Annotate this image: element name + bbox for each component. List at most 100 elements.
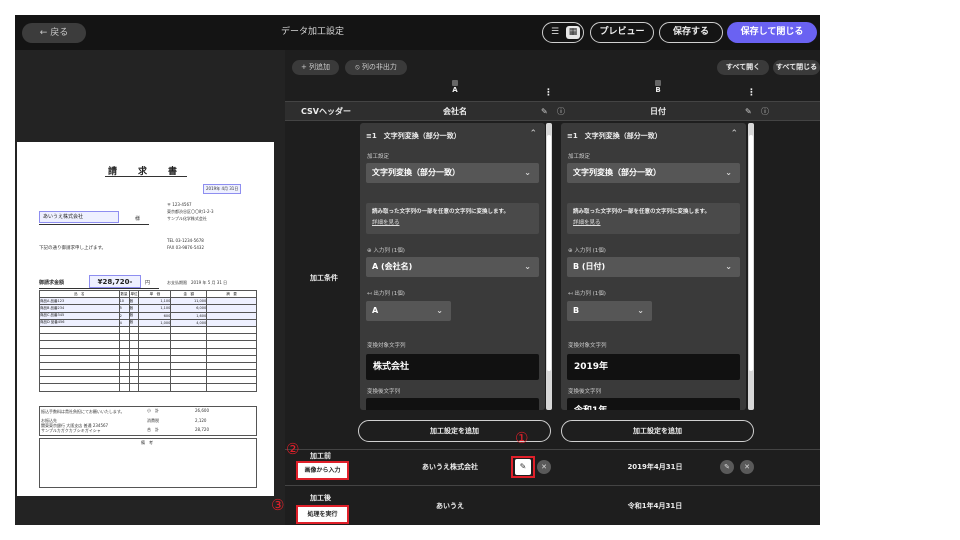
edit-icon[interactable]: ✎ (541, 102, 548, 121)
column-a-scrollbar[interactable] (546, 123, 552, 410)
hide-columns-button[interactable]: ⦸ 列の非出力 (345, 60, 407, 75)
pencil-icon[interactable]: ✎ (515, 459, 531, 475)
amount-suffix: 円 (145, 280, 151, 286)
output-column-select[interactable]: A ⌄ (366, 301, 451, 321)
invoice-note: 下記の通り御請求申し上げます。 (39, 246, 107, 251)
transfer-note: 振込手数料は貴社負担にてお願いいたします。 (41, 409, 125, 414)
card-title[interactable]: ≡1 文字列変換（部分一致） (567, 131, 662, 141)
column-letter: A (452, 86, 458, 94)
table-row: 商品D 品番456 4 個 1,000 4,000 (39, 318, 257, 327)
column-letter: B (655, 86, 661, 94)
pencil-icon[interactable]: ✎ (720, 460, 734, 474)
replace-string-input[interactable] (366, 398, 539, 410)
column-a-name[interactable]: 会社名 (360, 102, 550, 121)
cell: 1,100 (138, 297, 172, 306)
invoice-table: 品 名 数量 単位 単 価 金 額 摘 要 商品A 品番123 10 個 1,100 1… (39, 289, 257, 392)
input-column-value: A (会社名) (372, 262, 413, 271)
th-qty: 数量 (118, 289, 130, 299)
details-link[interactable]: 詳細を見る (372, 218, 533, 229)
expand-all-button[interactable]: すべて開く (717, 60, 769, 75)
total-value: 28,720 (195, 427, 209, 432)
table-row (39, 340, 257, 349)
invoice-amount: ¥28,720- (89, 275, 141, 288)
app-window: ← 戻る データ加工設定 ☰ ▦ プレビュー 保存する 保存して閉じる 請 求 … (15, 15, 820, 525)
column-a-before-value: あいうえ株式会社 (422, 463, 478, 471)
list-view-icon[interactable]: ☰ (548, 26, 562, 39)
edit-icon[interactable]: ✎ (745, 102, 752, 121)
remarks-label: 備 考 (141, 440, 153, 445)
column-b-name[interactable]: 日付 (563, 102, 753, 121)
tax-value: 2,120 (195, 418, 207, 423)
add-setting-button-b[interactable]: 加工設定を追加 (561, 420, 754, 442)
output-column-label: ↤ 出力列 (1個) (568, 291, 606, 297)
details-link[interactable]: 詳細を見る (573, 218, 734, 229)
card-title[interactable]: ≡1 文字列変換（部分一致） (366, 131, 461, 141)
method-select[interactable]: 文字列変換（部分一致） ⌄ (567, 163, 740, 183)
cell: 1,000 (138, 318, 172, 327)
table-row (39, 347, 257, 356)
tax-label: 消費税 (147, 418, 159, 423)
view-toggle[interactable]: ☰ ▦ (542, 22, 584, 43)
close-icon[interactable]: ✕ (740, 460, 754, 474)
table-row (39, 369, 257, 378)
top-bar: ← 戻る データ加工設定 ☰ ▦ プレビュー 保存する 保存して閉じる (15, 15, 820, 50)
save-and-close-button[interactable]: 保存して閉じる (727, 22, 817, 43)
sender-tel: TEL 03-1234-5678 (167, 238, 204, 243)
output-column-value: B (573, 306, 580, 315)
input-from-image-button[interactable]: 画像から入力 (296, 461, 349, 480)
cell: 個 (128, 297, 140, 306)
scrollbar-thumb[interactable] (547, 135, 551, 371)
cell (206, 304, 257, 313)
method-value: 文字列変換（部分一致） (372, 168, 460, 177)
save-button[interactable]: 保存する (659, 22, 723, 43)
table-header-row: 品 名 数量 単位 単 価 金 額 摘 要 (39, 289, 257, 299)
cell: 4,000 (170, 318, 208, 327)
column-a-header[interactable]: A (360, 80, 550, 100)
add-column-button[interactable]: + 列追加 (292, 60, 339, 75)
subtotal-value: 26,600 (195, 408, 209, 413)
target-string-input[interactable]: 2019年 (567, 354, 740, 380)
method-value: 文字列変換（部分一致） (573, 168, 661, 177)
column-toolbar: + 列追加 ⦸ 列の非出力 すべて開く すべて閉じる (285, 50, 820, 80)
table-row (39, 383, 257, 392)
info-icon[interactable]: ⓘ (761, 102, 769, 121)
column-a-condition-card: ≡1 文字列変換（部分一致） ⌃ 加工設定 文字列変換（部分一致） ⌄ 読み取っ… (360, 123, 545, 410)
preview-button[interactable]: プレビュー (590, 22, 654, 43)
description-text: 読み取った文字列の一部を任意の文字列に変換します。 (372, 209, 509, 215)
th-remarks: 摘 要 (206, 289, 257, 299)
cell: 10 (118, 297, 130, 306)
collapse-all-button[interactable]: すべて閉じる (773, 60, 820, 75)
close-icon[interactable]: ✕ (537, 460, 551, 474)
target-string-label: 変換対象文字列 (568, 343, 607, 349)
target-string-input[interactable]: 株式会社 (366, 354, 539, 380)
replace-string-input[interactable]: 令和1年 (567, 398, 740, 410)
table-row (39, 354, 257, 363)
scrollbar-thumb[interactable] (749, 135, 753, 371)
cell: 商品C 品番345 (39, 311, 120, 320)
back-button[interactable]: ← 戻る (22, 23, 86, 43)
cell: 1,600 (170, 311, 208, 320)
column-a-menu-icon[interactable]: ⋮ (544, 88, 553, 98)
input-column-select[interactable]: B (日付) ⌄ (567, 257, 740, 277)
collapse-icon[interactable]: ⌃ (529, 129, 537, 139)
input-column-select[interactable]: A (会社名) ⌄ (366, 257, 539, 277)
sender-postal: 〒 123-4567 (167, 202, 192, 207)
grid-view-icon[interactable]: ▦ (566, 26, 580, 39)
run-process-button[interactable]: 処理を実行 (296, 505, 349, 524)
cell: 6,000 (170, 304, 208, 313)
output-column-label: ↤ 出力列 (1個) (367, 291, 405, 297)
before-label: 加工前 (310, 452, 331, 460)
output-column-select[interactable]: B ⌄ (567, 301, 652, 321)
after-label: 加工後 (310, 494, 331, 502)
invoice-honorific: 様 (135, 216, 141, 222)
column-b-menu-icon[interactable]: ⋮ (747, 88, 756, 98)
invoice-image: 請 求 書 2019年 4月 31日 あいうえ株式会社 様 〒 123-4567… (17, 142, 274, 496)
table-row (39, 361, 257, 371)
collapse-icon[interactable]: ⌃ (730, 129, 738, 139)
cell: 個 (128, 304, 140, 313)
column-b-header[interactable]: B (563, 80, 753, 100)
method-select[interactable]: 文字列変換（部分一致） ⌄ (366, 163, 539, 183)
section-label: 加工設定 (568, 154, 591, 160)
table-row: 商品A 品番123 10 個 1,100 11,000 (39, 297, 257, 306)
column-b-scrollbar[interactable] (748, 123, 754, 410)
